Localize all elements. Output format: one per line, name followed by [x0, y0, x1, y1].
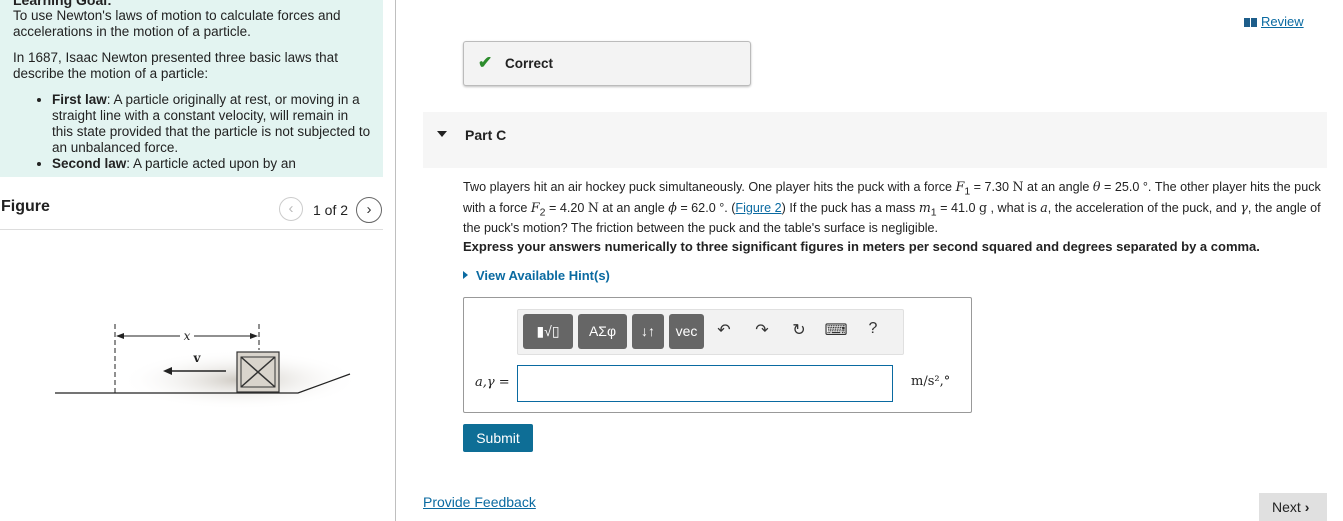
- figure-counter: 1 of 2: [313, 202, 349, 218]
- x-label: x: [184, 329, 191, 343]
- learning-goal-panel: Learning Goal: To use Newton's laws of m…: [0, 0, 383, 177]
- greek-symbols-button[interactable]: AΣφ: [578, 314, 627, 349]
- checkmark-icon: ✔: [478, 53, 493, 72]
- provide-feedback-link[interactable]: Provide Feedback: [423, 494, 536, 510]
- instruction-text: Express your answers numerically to thre…: [463, 239, 1260, 254]
- law-name: First law: [52, 92, 107, 107]
- caret-right-icon: [463, 271, 468, 279]
- view-hints-link[interactable]: View Available Hint(s): [463, 268, 610, 283]
- part-title: Part C: [465, 127, 507, 143]
- crate: [236, 351, 280, 393]
- learning-goal-intro: To use Newton's laws of motion to calcul…: [13, 8, 341, 39]
- list-item: First law: A particle originally at rest…: [52, 92, 371, 156]
- next-button[interactable]: Next ›: [1259, 493, 1327, 521]
- math-toolbar: ▮√▯ AΣφ ↓↑ vec ↶ ↷ ↻ ⌨ ?: [517, 309, 904, 355]
- submit-button[interactable]: Submit: [463, 424, 533, 452]
- figure-title: Figure: [1, 198, 50, 215]
- book-icon: [1244, 18, 1257, 27]
- learning-goal-title: Learning Goal:: [13, 0, 112, 8]
- answer-units: m/s²,°: [911, 374, 951, 389]
- status-box: ✔ Correct: [463, 41, 751, 86]
- review-label: Review: [1261, 14, 1304, 29]
- sub-superscript-button[interactable]: ↓↑: [632, 314, 664, 349]
- figure-image: x v: [55, 324, 360, 410]
- caret-down-icon[interactable]: [437, 131, 447, 137]
- laws-list: First law: A particle originally at rest…: [52, 92, 371, 172]
- next-label: Next: [1272, 499, 1301, 515]
- templates-button[interactable]: ▮√▯: [523, 314, 573, 349]
- list-item: Second law: A particle acted upon by an: [52, 156, 371, 172]
- arrowhead: [116, 333, 124, 339]
- help-button[interactable]: ?: [861, 320, 885, 338]
- law-text: : A particle acted upon by an: [126, 156, 296, 171]
- status-label: Correct: [505, 56, 554, 71]
- review-link[interactable]: Review: [1244, 14, 1304, 29]
- figure-header: Figure ‹ 1 of 2 ›: [0, 192, 383, 230]
- answer-label: a,γ =: [475, 375, 510, 390]
- panel-divider[interactable]: [395, 0, 396, 521]
- figure-link[interactable]: Figure 2: [735, 201, 781, 215]
- chevron-right-icon: ›: [1304, 499, 1310, 515]
- v-label: v: [193, 351, 202, 365]
- redo-icon[interactable]: ↷: [750, 320, 774, 340]
- answer-box: ▮√▯ AΣφ ↓↑ vec ↶ ↷ ↻ ⌨ ? a,γ = m/s²,°: [463, 297, 972, 413]
- reset-icon[interactable]: ↻: [787, 320, 811, 340]
- undo-icon[interactable]: ↶: [712, 320, 736, 340]
- newton-history: In 1687, Isaac Newton presented three ba…: [13, 50, 338, 81]
- hints-label: View Available Hint(s): [476, 268, 610, 283]
- question-text: Two players hit an air hockey puck simul…: [463, 179, 1321, 236]
- chevron-left-icon[interactable]: ‹: [279, 197, 303, 221]
- vector-button[interactable]: vec: [669, 314, 704, 349]
- chevron-right-icon[interactable]: ›: [356, 197, 382, 223]
- law-name: Second law: [52, 156, 127, 171]
- left-panel: Learning Goal: To use Newton's laws of m…: [0, 0, 395, 521]
- keyboard-icon[interactable]: ⌨: [824, 320, 848, 340]
- part-header[interactable]: Part C: [423, 112, 1327, 168]
- answer-input[interactable]: [517, 365, 893, 402]
- arrowhead: [250, 333, 258, 339]
